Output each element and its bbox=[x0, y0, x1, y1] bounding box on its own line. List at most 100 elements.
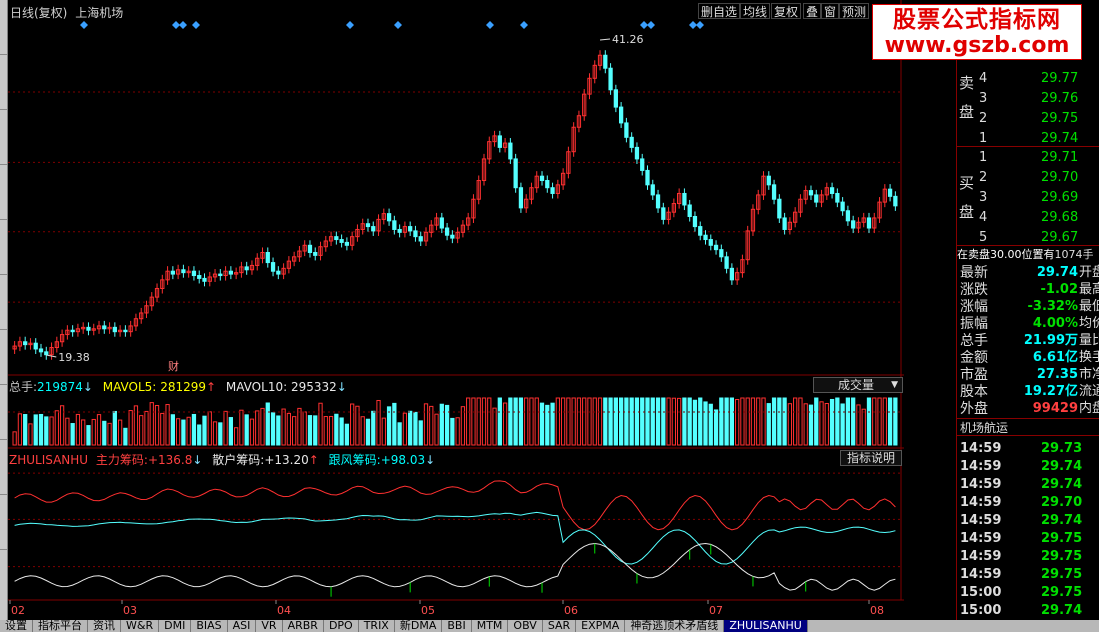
chart-canvas[interactable]: 37.6532.7627.9423.0541.2619.38财782313988… bbox=[8, 0, 904, 620]
tick-time: 15:00 bbox=[960, 585, 1002, 600]
stat-extra-label: 最低 bbox=[1079, 299, 1099, 314]
candle-body bbox=[713, 244, 719, 251]
volume-bar bbox=[882, 397, 887, 446]
buy-row: 3 29.69 bbox=[957, 189, 1099, 207]
event-diamond-icon bbox=[520, 21, 528, 29]
indicator-tab[interactable]: EXPMA bbox=[576, 620, 626, 632]
indicator-tab[interactable]: TRIX bbox=[359, 620, 395, 632]
stat-label: 金额 bbox=[960, 350, 988, 366]
event-diamond-icon bbox=[640, 21, 648, 29]
volume-bar bbox=[618, 397, 624, 446]
indicator-tab[interactable]: BBI bbox=[442, 620, 472, 632]
candle-body bbox=[270, 262, 276, 272]
adjust-button[interactable]: 复权 bbox=[771, 3, 802, 19]
forecast-button[interactable]: 预测 bbox=[839, 3, 870, 19]
event-diamond-icon bbox=[486, 21, 494, 29]
tick-row: 14:59 29.74 bbox=[957, 512, 1099, 530]
volume-bar bbox=[123, 427, 128, 446]
buy-level: 3 bbox=[979, 190, 988, 205]
volume-bar bbox=[434, 413, 439, 446]
candle-body bbox=[650, 184, 655, 196]
stat-value: 6.61亿 bbox=[1032, 350, 1078, 365]
volume-bar bbox=[824, 403, 829, 446]
candle-body bbox=[392, 220, 397, 230]
buy-row: 4 29.68 bbox=[957, 209, 1099, 227]
buy-level: 4 bbox=[979, 210, 988, 225]
left-vertical-tabs[interactable] bbox=[0, 0, 8, 620]
tick-price: 29.74 bbox=[1041, 459, 1083, 474]
x-axis-label: 05 bbox=[421, 604, 435, 617]
indicator-tab[interactable]: DPO bbox=[324, 620, 359, 632]
volume-bar bbox=[292, 416, 297, 446]
candle-body bbox=[766, 175, 771, 186]
candle-body bbox=[102, 325, 107, 330]
indicator-tab[interactable]: ASI bbox=[228, 620, 257, 632]
volume-bar bbox=[534, 397, 539, 446]
retail-chip-label: 散户筹码: bbox=[212, 453, 265, 467]
window-button[interactable]: 窗 bbox=[821, 3, 840, 19]
volume-bar bbox=[223, 410, 228, 446]
volume-bar bbox=[444, 404, 450, 446]
logo-url: www.gszb.com bbox=[884, 33, 1070, 58]
volume-bar bbox=[703, 401, 708, 446]
candle-body bbox=[339, 239, 344, 243]
chart-area[interactable]: 37.6532.7627.9423.0541.2619.38财782313988… bbox=[8, 0, 904, 620]
volume-bar bbox=[798, 397, 803, 446]
indicator-tab[interactable]: 神奇逃顶术矛盾线 bbox=[625, 620, 725, 632]
tick-price: 29.74 bbox=[1041, 513, 1083, 528]
volume-bar bbox=[740, 397, 745, 446]
volume-bar bbox=[814, 397, 819, 446]
indicator-tab[interactable]: DMI bbox=[159, 620, 192, 632]
indicator-tab[interactable]: OBV bbox=[508, 620, 543, 632]
volume-bar bbox=[44, 416, 49, 446]
candle-body bbox=[334, 236, 339, 241]
ma-button[interactable]: 均线 bbox=[740, 3, 771, 19]
indicator-tab[interactable]: BIAS bbox=[191, 620, 228, 632]
x-axis-label: 06 bbox=[564, 604, 578, 617]
event-diamond-icon bbox=[394, 21, 402, 29]
mavol5-label: MAVOL5: bbox=[102, 380, 157, 394]
indicator-tab[interactable]: MTM bbox=[472, 620, 509, 632]
candle-body bbox=[197, 275, 202, 279]
overlay-button[interactable]: 叠 bbox=[803, 3, 822, 19]
candle-body bbox=[840, 201, 845, 212]
volume-bar bbox=[735, 399, 740, 446]
volume-bar bbox=[539, 402, 545, 446]
event-diamond-icon bbox=[192, 21, 200, 29]
volume-bar bbox=[28, 423, 33, 446]
indicator-tab-bar[interactable]: 设置 指标平台 资讯 W&R DMI BIAS ASI VR ARBR DPO TRIX 新DMA BB… bbox=[0, 620, 1099, 632]
buy-level: 1 bbox=[979, 150, 988, 165]
volume-bar bbox=[887, 397, 893, 446]
volume-bar bbox=[344, 423, 350, 446]
indicator-tab[interactable]: W&R bbox=[121, 620, 160, 632]
indicator-tab[interactable]: SAR bbox=[543, 620, 577, 632]
candle-body bbox=[170, 270, 175, 275]
indicator-tab[interactable]: 资讯 bbox=[88, 620, 121, 632]
candle-body bbox=[518, 187, 524, 209]
indicator-tab[interactable]: 设置 bbox=[0, 620, 33, 632]
tick-price: 29.73 bbox=[1041, 441, 1083, 456]
delete-favorite-button[interactable]: 删自选 bbox=[698, 3, 741, 19]
volume-bar bbox=[276, 415, 281, 446]
volume-bar bbox=[803, 403, 808, 446]
volume-bar bbox=[566, 397, 571, 446]
volume-bar bbox=[508, 397, 513, 446]
stat-extra-label: 换手 bbox=[1079, 350, 1099, 365]
main-chip-value: +136.8 bbox=[147, 453, 193, 467]
volume-bar bbox=[655, 397, 661, 446]
indicator-tab[interactable]: 新DMA bbox=[395, 620, 443, 632]
candle-body bbox=[887, 188, 893, 197]
volume-bar bbox=[634, 397, 640, 446]
indicator-help-button[interactable]: 指标说明 bbox=[840, 450, 902, 466]
volume-bar bbox=[492, 407, 497, 446]
volume-bar bbox=[160, 412, 165, 446]
indicator-tab[interactable]: ZHULISANHU bbox=[724, 620, 808, 632]
indicator-tab[interactable]: 指标平台 bbox=[33, 620, 88, 632]
volume-bar bbox=[439, 403, 444, 446]
indicator-tab[interactable]: VR bbox=[256, 620, 283, 632]
indicator-tab[interactable]: ARBR bbox=[283, 620, 324, 632]
volume-indicator-dropdown[interactable]: 成交量 ▼ bbox=[813, 377, 903, 393]
volume-bar bbox=[12, 431, 17, 446]
volume-bar bbox=[23, 414, 28, 446]
x-axis-label: 03 bbox=[123, 604, 137, 617]
